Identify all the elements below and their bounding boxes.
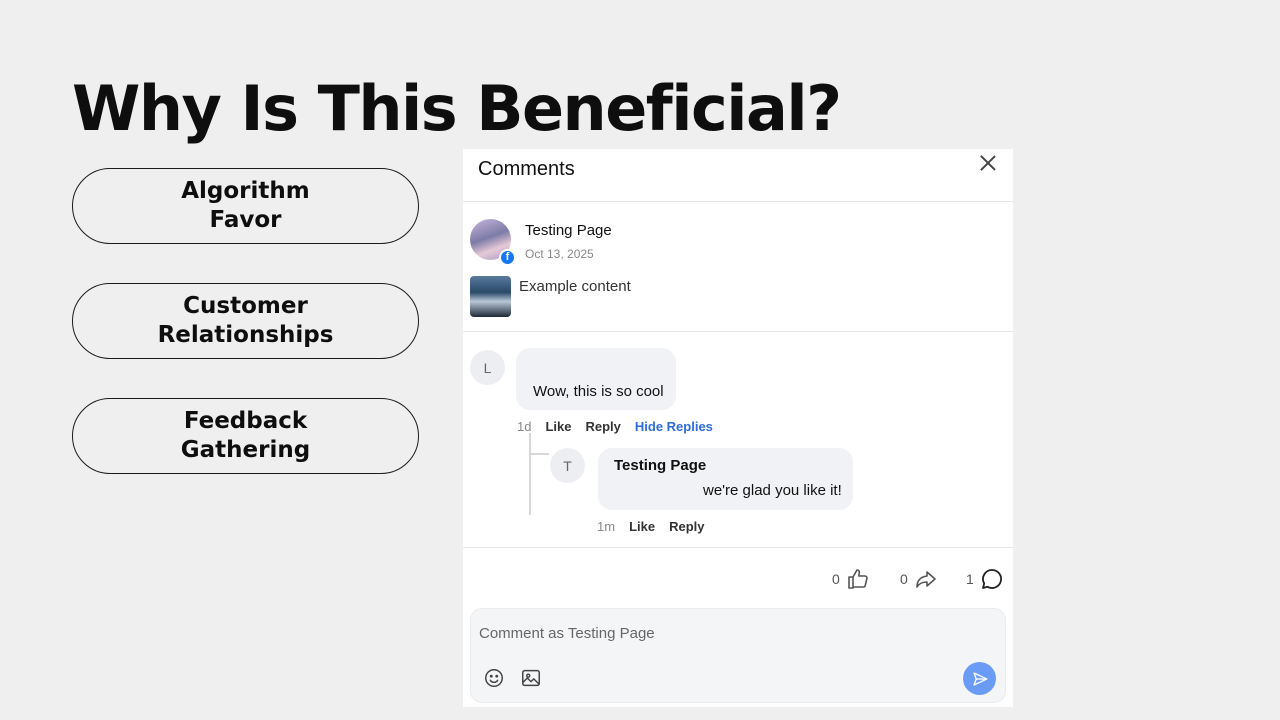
hide-replies-button[interactable]: Hide Replies	[635, 419, 713, 434]
slide-title: Why Is This Beneficial?	[72, 72, 842, 145]
benefit-pill-feedback-gathering: Feedback Gathering	[72, 398, 419, 474]
reply-like-button[interactable]: Like	[629, 519, 655, 534]
comments-header: Comments	[463, 149, 1013, 202]
likes-count: 0	[832, 571, 840, 587]
thread-line	[529, 433, 531, 515]
post-thumbnail[interactable]	[470, 276, 511, 317]
reply-actions: 1m Like Reply	[597, 519, 718, 534]
post-content: Example content	[519, 278, 631, 295]
comment-thread: L Wow, this is so cool 1d Like Reply Hide R…	[463, 332, 1013, 548]
reply-text: we're glad you like it!	[703, 482, 842, 499]
post-preview: f Testing Page Oct 13, 2025 Example cont…	[463, 202, 1013, 332]
reply-author[interactable]: Testing Page	[614, 457, 706, 474]
comment-composer	[470, 608, 1006, 703]
comments-panel: Comments f Testing Page Oct 13, 2025 Exa…	[463, 149, 1013, 707]
comment-actions: 1d Like Reply Hide Replies	[517, 419, 713, 434]
commenter-avatar[interactable]: L	[470, 350, 505, 385]
facebook-badge-icon: f	[499, 249, 516, 266]
post-date: Oct 13, 2025	[525, 247, 594, 261]
comment-bubble: Wow, this is so cool	[516, 348, 676, 410]
reply-reply-button[interactable]: Reply	[669, 519, 704, 534]
share-arrow-icon	[915, 571, 936, 588]
shares-stat[interactable]: 0	[900, 567, 938, 591]
comments-count: 1	[966, 571, 974, 587]
reply-bubble: Testing Page we're glad you like it!	[598, 448, 853, 510]
reply-avatar[interactable]: T	[550, 448, 585, 483]
comment-input[interactable]	[479, 625, 919, 642]
benefit-label: Customer Relationships	[157, 293, 334, 348]
image-icon[interactable]	[520, 667, 542, 689]
send-icon	[972, 671, 987, 686]
benefit-pill-customer-relationships: Customer Relationships	[72, 283, 419, 359]
likes-stat[interactable]: 0	[832, 567, 870, 591]
comments-title: Comments	[478, 158, 575, 180]
like-button[interactable]: Like	[545, 419, 571, 434]
benefit-label: Feedback Gathering	[180, 408, 311, 463]
reply-age: 1m	[597, 519, 616, 534]
comment-text: Wow, this is so cool	[533, 383, 664, 400]
benefit-label: Algorithm Favor	[181, 178, 310, 233]
comment-bubble-icon	[981, 569, 1002, 589]
reply-button[interactable]: Reply	[585, 419, 620, 434]
send-button[interactable]	[963, 662, 996, 695]
thread-branch	[529, 453, 549, 455]
benefit-pill-algorithm-favor: Algorithm Favor	[72, 168, 419, 244]
close-icon[interactable]	[979, 154, 997, 172]
smiley-icon[interactable]	[483, 667, 505, 689]
thumbs-up-icon	[847, 569, 868, 589]
comment-age: 1d	[517, 419, 532, 434]
engagement-stats: 0 0 1	[463, 549, 1013, 604]
post-author[interactable]: Testing Page	[525, 222, 612, 239]
shares-count: 0	[900, 571, 908, 587]
comments-stat[interactable]: 1	[966, 567, 1004, 591]
